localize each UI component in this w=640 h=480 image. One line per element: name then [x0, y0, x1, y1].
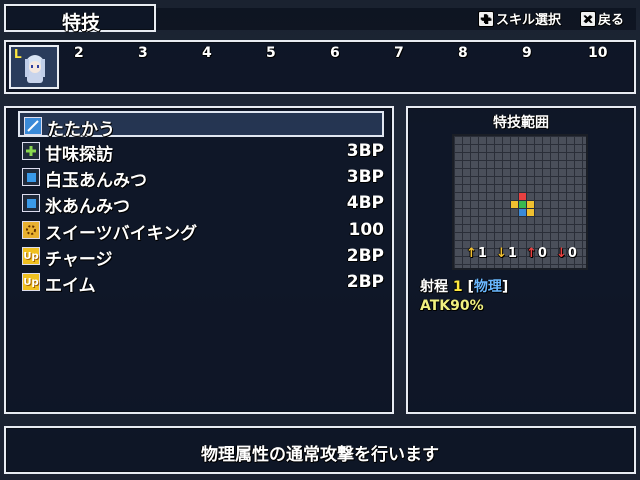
range-cell — [527, 209, 534, 216]
sword-icon — [24, 117, 42, 135]
skill-cost: 100 — [348, 220, 385, 240]
center-cell — [519, 201, 526, 208]
party-slot-7[interactable]: 7 — [394, 45, 404, 61]
skill-item-7[interactable]: Up エイム 2BP — [18, 269, 384, 296]
square-icon — [22, 194, 40, 212]
skill-item-5[interactable]: スイーツバイキング 100 — [18, 217, 385, 244]
skill-list: たたかう 甘味探訪 3BP 白玉あんみつ 3BP 氷あんみつ 4BP スイーツバ… — [4, 106, 394, 414]
knockback-stat: ↑ 1 — [466, 246, 487, 261]
special-icon — [22, 221, 40, 239]
skill-item-2[interactable]: 甘味探訪 3BP — [18, 138, 384, 165]
skill-cost: 2BP — [346, 272, 384, 292]
party-slot-1[interactable]: L — [9, 45, 59, 89]
atk-modifier: ATK90% — [420, 298, 484, 314]
party-slot-8[interactable]: 8 — [458, 45, 468, 61]
back-hint[interactable]: ✕ 戻る — [580, 9, 624, 28]
plus-icon — [22, 142, 40, 160]
back-label: 戻る — [598, 13, 625, 28]
arrow-up-icon: ↑ — [466, 246, 477, 261]
skill-select-hint[interactable]: ✚ スキル選択 — [478, 9, 561, 28]
skill-select-label: スキル選択 — [496, 13, 562, 28]
arrow-up-icon: ↑ — [526, 246, 537, 261]
range-label: 射程 — [420, 279, 448, 295]
range-cell — [519, 193, 526, 200]
range-cell — [519, 209, 526, 216]
party-bar: L 2 3 4 5 6 7 8 9 10 — [4, 40, 636, 94]
party-slot-5[interactable]: 5 — [266, 45, 276, 61]
party-slot-6[interactable]: 6 — [330, 45, 340, 61]
skill-cost: 3BP — [346, 141, 384, 161]
header-bar — [156, 8, 636, 30]
party-slot-2[interactable]: 2 — [74, 45, 84, 61]
party-slot-9[interactable]: 9 — [522, 45, 532, 61]
arrow-down-icon: ↓ — [496, 246, 507, 261]
party-slot-4[interactable]: 4 — [202, 45, 212, 61]
skill-cost: 2BP — [346, 246, 384, 266]
skill-name: チャージ — [45, 250, 113, 270]
skill-name: 甘味探訪 — [45, 145, 113, 165]
dpad-icon: ✚ — [478, 10, 494, 27]
knockback-stat: ↑ 0 — [526, 246, 547, 261]
range-value: 1 — [452, 279, 463, 295]
skill-cost: 3BP — [346, 167, 384, 187]
skill-item-attack[interactable]: たたかう — [18, 111, 384, 140]
skill-name: 氷あんみつ — [45, 197, 130, 217]
title-panel: 特技 — [4, 4, 156, 34]
skill-name: たたかう — [47, 120, 115, 140]
skill-item-3[interactable]: 白玉あんみつ 3BP — [18, 164, 384, 191]
knockback-stat: ↓ 0 — [556, 246, 577, 261]
arrow-down-icon: ↓ — [556, 246, 567, 261]
skill-name: 白玉あんみつ — [45, 171, 147, 191]
knockback-stat: ↓ 1 — [496, 246, 517, 261]
up-icon: Up — [22, 247, 40, 265]
range-info: 射程 1 [物理] — [420, 279, 509, 295]
square-icon — [22, 168, 40, 186]
character-portrait-icon — [25, 55, 45, 83]
up-icon: Up — [22, 273, 40, 291]
range-cell — [511, 201, 518, 208]
skill-item-6[interactable]: Up チャージ 2BP — [18, 243, 384, 270]
range-title: 特技範囲 — [493, 115, 549, 131]
skill-description: 物理属性の通常攻撃を行います — [201, 445, 439, 465]
range-type: 物理 — [473, 279, 502, 295]
page-title: 特技 — [62, 12, 101, 34]
skill-item-4[interactable]: 氷あんみつ 4BP — [18, 190, 384, 217]
range-panel: 特技範囲 ↑ 1 ↓ 1 ↑ 0 ↓ 0 射程 1 [物理] ATK90% — [406, 106, 636, 414]
x-button-icon: ✕ — [580, 10, 596, 27]
skill-cost: 4BP — [346, 193, 384, 213]
skill-name: スイーツバイキング — [45, 224, 198, 244]
skill-name: エイム — [45, 276, 96, 296]
party-slot-3[interactable]: 3 — [138, 45, 148, 61]
range-cell — [527, 201, 534, 208]
party-slot-10[interactable]: 10 — [588, 45, 607, 61]
description-panel: 物理属性の通常攻撃を行います — [4, 426, 636, 474]
